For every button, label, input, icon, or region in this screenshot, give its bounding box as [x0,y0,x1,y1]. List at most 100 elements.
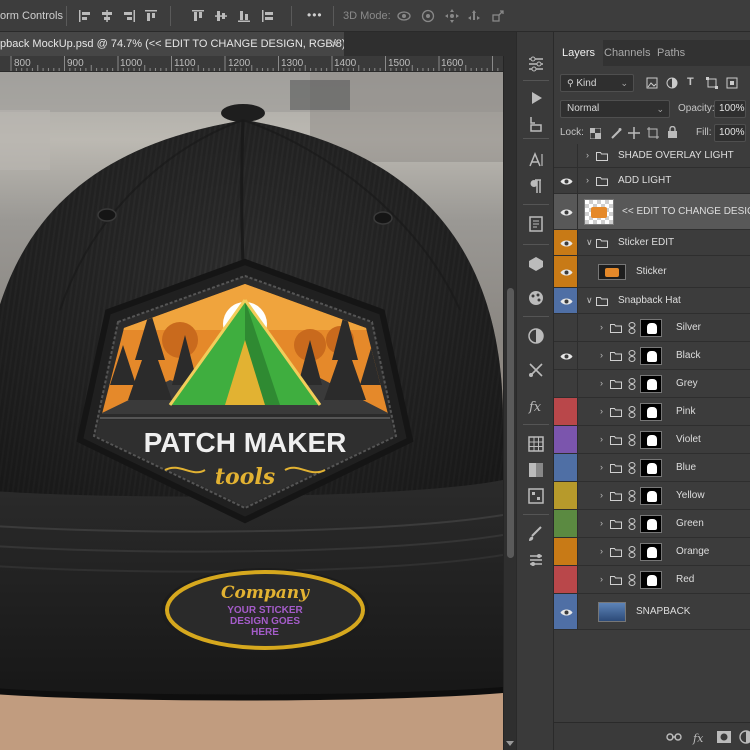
layer-row[interactable]: Sticker [554,256,750,288]
chevron-right-icon[interactable]: › [586,150,589,160]
layer-name[interactable]: Green [676,518,704,529]
document-tab[interactable]: pback MockUp.psd @ 74.7% (<< EDIT TO CHA… [0,32,344,56]
layer-row[interactable]: › Blue [554,454,750,482]
lock-all-icon[interactable] [667,126,678,139]
align-bottom-icon[interactable] [236,8,252,24]
3d-orbit-icon[interactable] [396,8,412,24]
layer-mask-thumbnail[interactable] [640,487,662,505]
filter-smart-object-icon[interactable] [726,77,738,89]
layer-row[interactable]: << EDIT TO CHANGE DESIGN [554,194,750,230]
eye-icon[interactable] [560,297,573,306]
tab-paths[interactable]: Paths [649,40,693,66]
layer-thumbnail[interactable] [598,264,626,280]
layer-mask-thumbnail[interactable] [640,319,662,337]
lock-image-icon[interactable] [610,127,622,139]
layer-visibility-toggle[interactable] [554,426,578,453]
chain-link-icon[interactable] [628,490,636,502]
layer-thumbnail[interactable] [598,602,626,622]
layer-name[interactable]: Red [676,574,694,585]
close-tab-icon[interactable]: × [331,32,338,56]
3d-roll-icon[interactable] [420,8,436,24]
chevron-right-icon[interactable]: › [600,434,603,444]
scroll-down-icon[interactable] [506,741,514,746]
layer-name[interactable]: Orange [676,546,709,557]
add-layer-style-fx-icon[interactable]: fx [692,729,708,745]
eye-icon[interactable] [560,268,573,277]
layer-name[interactable]: << EDIT TO CHANGE DESIGN [622,206,750,217]
layer-row[interactable]: › Grey [554,370,750,398]
layer-visibility-toggle[interactable] [554,194,578,229]
layer-row[interactable]: › Black [554,342,750,370]
layer-name[interactable]: ADD LIGHT [618,175,671,186]
swatches-icon[interactable] [526,288,546,308]
glyphs-icon[interactable] [526,254,546,274]
filter-type-icon[interactable]: T [687,76,694,88]
chevron-down-icon[interactable]: ∨ [586,237,593,248]
distribute-icon[interactable] [143,8,159,24]
properties-icon[interactable] [526,54,546,74]
layer-name[interactable]: SNAPBACK [636,606,690,617]
layer-row[interactable]: › Pink [554,398,750,426]
layer-row[interactable]: › Orange [554,538,750,566]
eye-icon[interactable] [560,208,573,217]
chain-link-icon[interactable] [628,350,636,362]
layer-visibility-toggle[interactable] [554,342,578,369]
layer-visibility-toggle[interactable] [554,398,578,425]
layer-name[interactable]: Pink [676,406,695,417]
layer-mask-thumbnail[interactable] [640,403,662,421]
layer-visibility-toggle[interactable] [554,454,578,481]
character-icon[interactable] [526,150,546,170]
chevron-right-icon[interactable]: › [600,462,603,472]
layer-name[interactable]: Silver [676,322,701,333]
filter-shape-icon[interactable] [706,77,718,89]
more-options-button[interactable]: ••• [307,8,323,22]
transform-controls-label[interactable]: orm Controls [0,10,63,22]
layer-name[interactable]: Blue [676,462,696,473]
layer-row[interactable]: › Violet [554,426,750,454]
filter-adjustment-icon[interactable] [666,77,678,89]
layer-visibility-toggle[interactable] [554,256,578,287]
eye-icon[interactable] [560,177,573,186]
layer-mask-thumbnail[interactable] [640,375,662,393]
link-layers-icon[interactable] [666,729,682,745]
chain-link-icon[interactable] [628,462,636,474]
layer-visibility-toggle[interactable] [554,168,578,193]
align-center-horizontal-icon[interactable] [99,8,115,24]
chain-link-icon[interactable] [628,406,636,418]
chain-link-icon[interactable] [628,518,636,530]
layer-row[interactable]: › SHADE OVERLAY LIGHT [554,144,750,168]
chevron-right-icon[interactable]: › [586,175,589,185]
layer-visibility-toggle[interactable] [554,594,578,629]
table-icon[interactable] [526,434,546,454]
paths-brush-icon[interactable] [526,524,546,544]
chain-link-icon[interactable] [628,546,636,558]
layer-styles-fx-icon[interactable]: fx [526,396,546,416]
chevron-right-icon[interactable]: › [600,406,603,416]
layer-mask-thumbnail[interactable] [640,543,662,561]
layer-name[interactable]: Black [676,350,700,361]
chevron-right-icon[interactable]: › [600,490,603,500]
eye-icon[interactable] [560,352,573,361]
brush-settings-icon[interactable] [526,214,546,234]
layer-name[interactable]: Violet [676,434,701,445]
libraries-icon[interactable] [526,550,546,570]
vertical-scrollbar[interactable] [503,56,516,750]
filter-pixel-icon[interactable] [646,77,658,89]
align-middle-icon[interactable] [213,8,229,24]
distribute-vertical-icon[interactable] [260,8,276,24]
layer-name[interactable]: SHADE OVERLAY LIGHT [618,150,734,161]
layer-visibility-toggle[interactable] [554,566,578,593]
layer-visibility-toggle[interactable] [554,314,578,341]
chain-link-icon[interactable] [628,322,636,334]
layer-visibility-toggle[interactable] [554,538,578,565]
layer-row[interactable]: ∨ Sticker EDIT [554,230,750,256]
layer-visibility-toggle[interactable] [554,482,578,509]
patterns-icon[interactable] [526,486,546,506]
lock-transparent-icon[interactable] [590,128,601,139]
new-adjustment-layer-icon[interactable] [738,729,750,745]
layer-row[interactable]: › ADD LIGHT [554,168,750,194]
gradients-icon[interactable] [526,460,546,480]
layer-row[interactable]: › Yellow [554,482,750,510]
chain-link-icon[interactable] [628,434,636,446]
eye-icon[interactable] [560,608,573,617]
